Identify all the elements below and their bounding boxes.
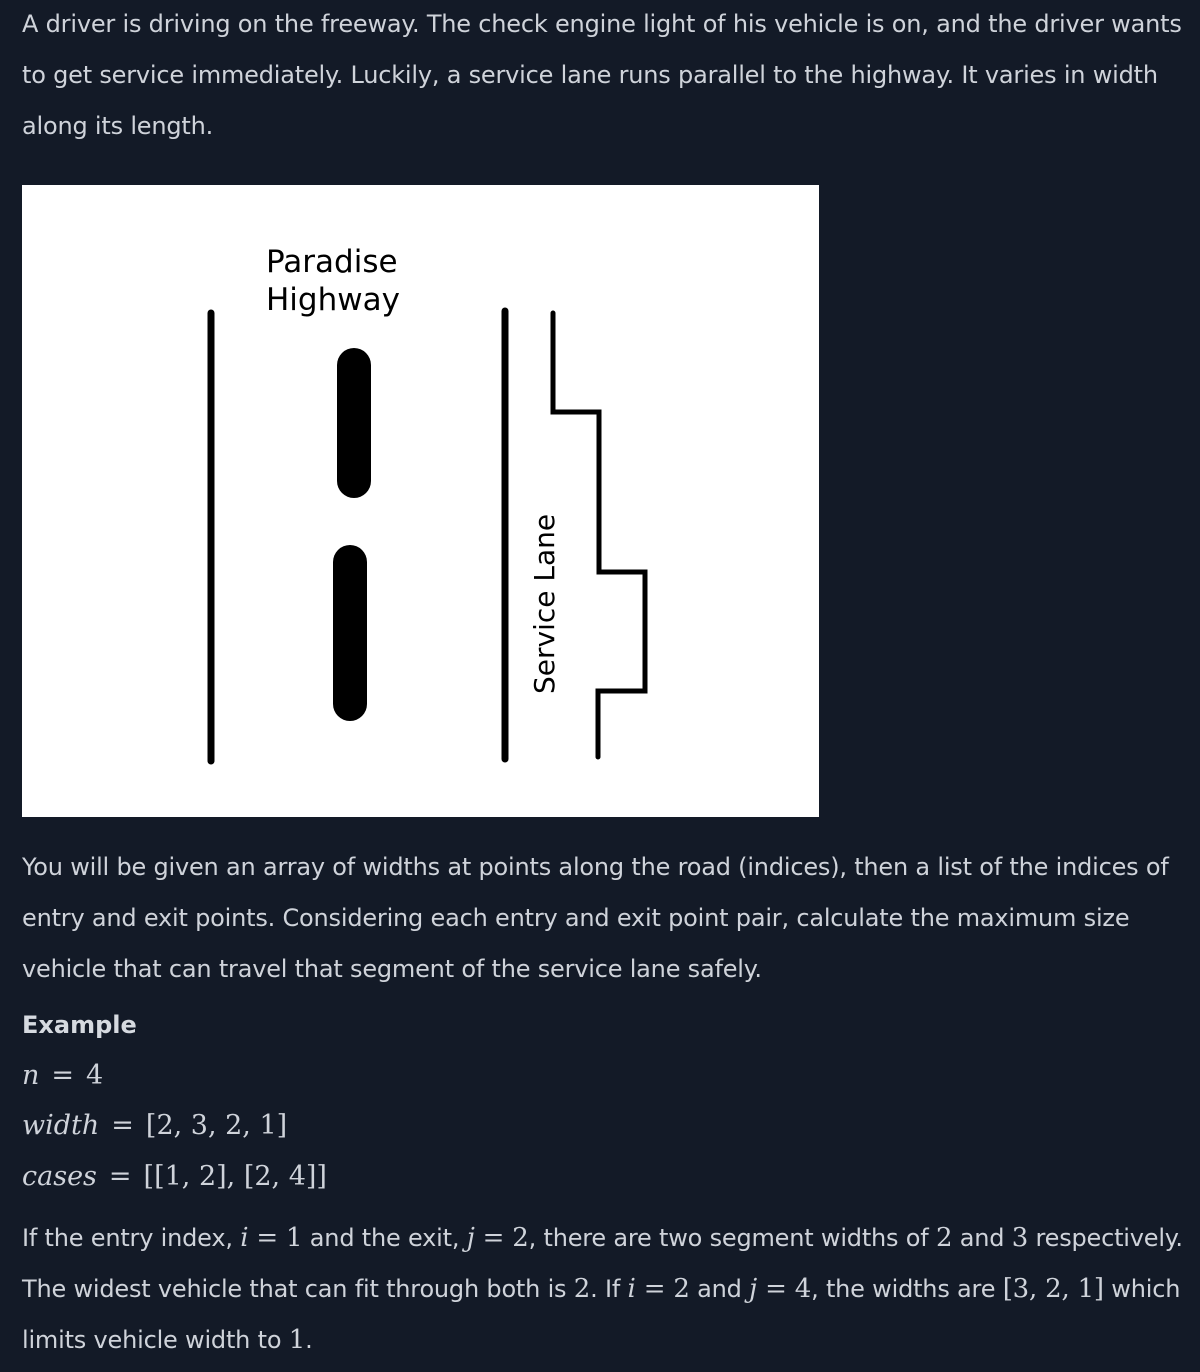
width-value: [2, 3, 2, 1] [145,1110,288,1141]
explanation-text: If the entry index, [22,1224,241,1252]
service-lane-label: Service Lane [528,514,561,694]
n-variable: n [22,1060,40,1091]
width-variable: width [22,1110,100,1141]
explanation-paragraph: If the entry index, i = 1 and the exit, … [22,1213,1192,1366]
explanation-text: . [305,1326,313,1354]
equals-sign: = [108,1161,132,1192]
math-i: i [627,1274,636,1304]
math-j: j [749,1274,758,1304]
math-eq: = 1 [248,1223,303,1253]
service-lane-diagram: Paradise Highway Service Lane [22,185,819,817]
service-lane-edge [550,310,648,760]
example-cases: cases = [[1, 2], [2, 4]] [22,1161,327,1192]
equals-sign: = [111,1110,134,1141]
math-eq: = 2 [474,1223,529,1253]
highway-label-line1: Paradise [266,244,398,280]
highway-label-line2: Highway [266,282,400,318]
explanation-text: . If [590,1275,628,1303]
math-eq: = 4 [757,1274,812,1304]
explanation-text: and [689,1275,750,1303]
explanation-text: , there are two segment widths of [528,1224,936,1252]
highway-dash-bottom [333,545,367,721]
explanation-text: and [952,1224,1012,1252]
math-eq: = 2 [635,1274,690,1304]
example-n: n = 4 [22,1060,103,1091]
description-paragraph: You will be given an array of widths at … [22,853,1169,983]
cases-variable: cases [22,1161,97,1192]
math-value: 1 [288,1325,306,1355]
math-value: 3 [1011,1223,1029,1253]
math-value: 2 [573,1274,591,1304]
cases-value: [[1, 2], [2, 4]] [143,1161,327,1192]
math-j: j [466,1223,475,1253]
example-heading: Example [22,1011,137,1039]
math-array: [3, 2, 1] [1002,1274,1104,1304]
intro-paragraph: A driver is driving on the freeway. The … [22,10,1182,140]
math-value: 2 [935,1223,953,1253]
n-value: 4 [86,1060,104,1091]
example-width: width = [2, 3, 2, 1] [22,1110,287,1141]
highway-dash-top [337,348,371,498]
equals-sign: = [51,1060,75,1091]
explanation-text: , the widths are [811,1275,1003,1303]
explanation-text: and the exit, [302,1224,467,1252]
